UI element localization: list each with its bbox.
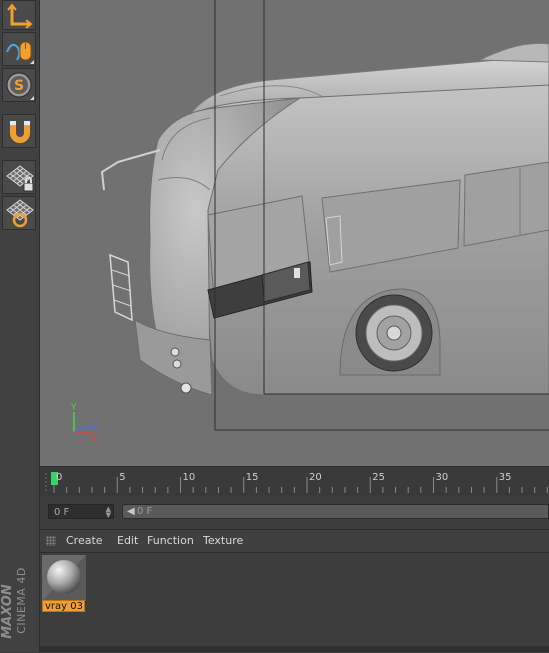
timeline-tick-label: 10 <box>182 472 196 483</box>
menu-texture[interactable]: Texture <box>203 534 243 547</box>
menu-edit[interactable]: Edit <box>117 534 138 547</box>
panel-grip-icon[interactable] <box>46 536 56 546</box>
material-thumbnail[interactable] <box>42 555 86 601</box>
3d-viewport[interactable]: Y Z X <box>40 0 549 467</box>
axis-gizmo: Y Z X <box>70 403 98 444</box>
grid-refresh-tool-button[interactable] <box>2 196 36 230</box>
frame-bar: 0 F ▲ ▼ ◀ 0 F <box>40 497 549 527</box>
snap-tool-button[interactable]: S <box>2 68 36 102</box>
material-manager: Create Edit Function Texture vray 03 <box>40 529 549 653</box>
bus-model-render <box>100 0 549 431</box>
material-sphere-icon <box>42 555 86 601</box>
material-name-label[interactable]: vray 03 <box>42 600 85 612</box>
timeline-tick-label: 20 <box>309 472 322 483</box>
left-toolbar: S MAXON CINEMA 4D <box>0 0 40 652</box>
timeline-tick-label: 0 <box>56 472 63 483</box>
menu-create[interactable]: Create <box>66 534 103 547</box>
cinema4d-logo: CINEMA 4D <box>14 567 28 634</box>
grid-lock-icon <box>6 165 34 192</box>
grid-refresh-icon <box>6 199 34 228</box>
current-frame-value: 0 F <box>54 507 70 518</box>
magnet-icon <box>10 121 30 143</box>
svg-text:S: S <box>14 78 24 94</box>
material-menubar: Create Edit Function Texture <box>40 530 549 553</box>
timeline-tick-label: 30 <box>435 472 449 483</box>
timeline-tick-label: 5 <box>119 472 126 483</box>
axis-icon <box>7 3 33 29</box>
timeline-ruler[interactable]: 0 5 10 15 20 25 30 35 <box>40 467 549 497</box>
magnet-tool-button[interactable] <box>2 114 36 148</box>
current-frame-field[interactable]: 0 F ▲ ▼ <box>48 504 114 519</box>
axis-z-label: Z <box>92 422 98 432</box>
axis-y-label: Y <box>70 403 77 413</box>
grid-lock-tool-button[interactable] <box>2 160 36 194</box>
frame-range-slider[interactable]: ◀ 0 F <box>122 504 549 519</box>
mouse-brush-tool-button[interactable] <box>2 32 36 66</box>
status-strip <box>40 646 549 652</box>
menu-function[interactable]: Function <box>147 534 194 547</box>
axis-tool-button[interactable] <box>2 0 36 30</box>
axis-x-label: X <box>91 434 97 444</box>
timeline-tick-label: 25 <box>372 472 385 483</box>
timeline-tick-label: 15 <box>245 472 259 483</box>
slider-left-arrow-icon[interactable]: ◀ <box>127 505 135 518</box>
frame-spinner[interactable]: ▲ ▼ <box>106 506 111 519</box>
slider-value: 0 F <box>137 506 153 517</box>
timeline-tick-label: 35 <box>498 472 512 483</box>
